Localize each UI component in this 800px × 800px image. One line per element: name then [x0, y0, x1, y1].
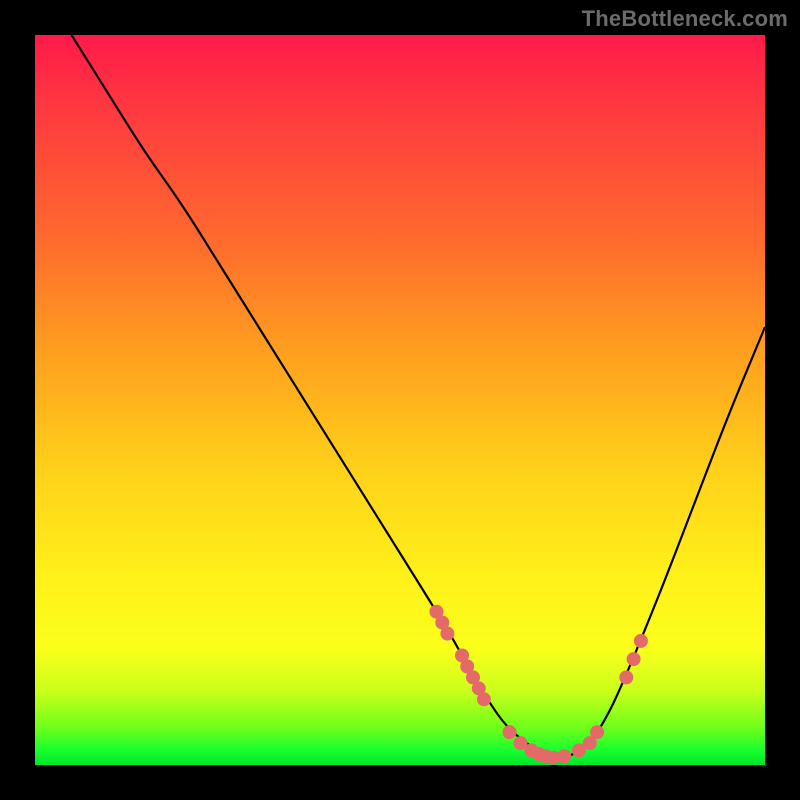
data-marker: [619, 670, 633, 684]
plot-area: [35, 35, 765, 765]
data-marker: [503, 725, 517, 739]
data-marker: [634, 634, 648, 648]
data-marker: [477, 692, 491, 706]
bottleneck-curve: [72, 35, 766, 757]
data-marker: [557, 749, 571, 763]
watermark-text: TheBottleneck.com: [582, 6, 788, 32]
data-marker: [627, 652, 641, 666]
chart-frame: TheBottleneck.com: [0, 0, 800, 800]
curve-svg: [35, 35, 765, 765]
data-marker: [590, 725, 604, 739]
data-marker: [440, 627, 454, 641]
marker-group: [430, 605, 648, 765]
